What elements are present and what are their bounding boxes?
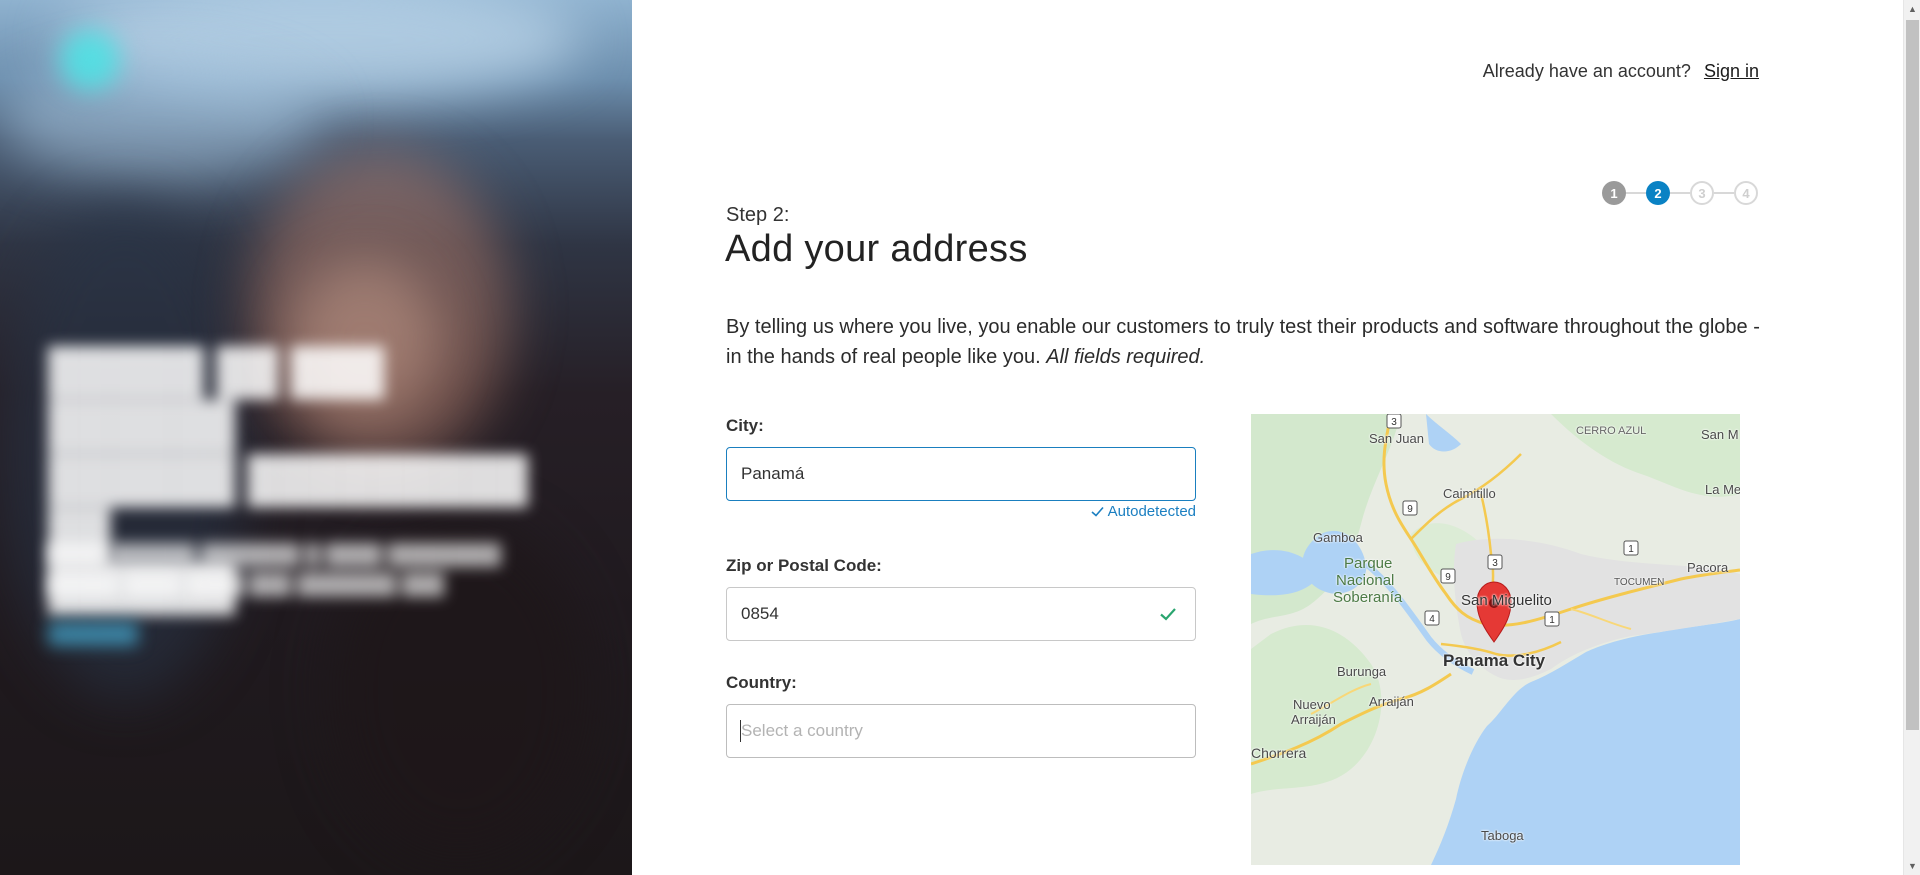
- hero-image-panel: █████ ██ ███ ██████ ██████ █████████ ██ ██…: [0, 0, 632, 875]
- map-label-nuevo-arraijan: Arraiján: [1291, 712, 1336, 727]
- map-label-soberania: Soberanía: [1333, 589, 1403, 606]
- intro-body: By telling us where you live, you enable…: [726, 316, 1760, 368]
- valid-check-icon: [1160, 608, 1176, 621]
- map-label-arraijan: Arraiján: [1369, 694, 1414, 709]
- step-4-indicator: 4: [1734, 181, 1758, 205]
- step-connector: [1670, 192, 1690, 194]
- autodetected-text: Autodetected: [1107, 503, 1196, 520]
- hero-text-blurred: ████ ██████ ███████ █ ████ ████████ █████…: [48, 544, 501, 596]
- intro-text: By telling us where you live, you enable…: [726, 312, 1762, 372]
- step-connector: [1714, 192, 1734, 194]
- map-label-nacional: Nacional: [1336, 572, 1395, 589]
- page-scrollbar[interactable]: ▲ ▼: [1903, 0, 1920, 875]
- intro-required-note: All fields required.: [1046, 346, 1206, 368]
- country-input[interactable]: [726, 704, 1196, 758]
- step-2-indicator: 2: [1646, 181, 1670, 205]
- svg-text:3: 3: [1391, 417, 1397, 428]
- svg-text:9: 9: [1407, 504, 1413, 515]
- map-label-taboga: Taboga: [1481, 828, 1524, 843]
- hero-link-blurred: [48, 622, 138, 646]
- zip-label: Zip or Postal Code:: [726, 556, 882, 575]
- location-map[interactable]: 3 9 9 3 4 1 1 San Juan CERRO AZUL San M …: [1251, 414, 1740, 865]
- map-canvas[interactable]: 3 9 9 3 4 1 1: [1251, 414, 1740, 865]
- page-title: Add your address: [725, 228, 1028, 270]
- svg-text:1: 1: [1628, 544, 1634, 555]
- step-1-indicator: 1: [1602, 181, 1626, 205]
- map-label-caimitillo: Caimitillo: [1443, 486, 1496, 501]
- scrollbar-thumb[interactable]: [1906, 20, 1919, 730]
- map-label-san-juan: San Juan: [1369, 431, 1424, 446]
- step-label: Step 2:: [726, 204, 790, 226]
- signin-prompt-text: Already have an account?: [1482, 61, 1691, 81]
- map-label-cerro-azul: CERRO AZUL: [1576, 425, 1647, 437]
- zip-input[interactable]: [726, 587, 1196, 641]
- map-label-san-miguelito: San Miguelito: [1461, 592, 1552, 609]
- svg-text:4: 4: [1429, 614, 1435, 625]
- map-label-tocumen: TOCUMEN: [1614, 577, 1665, 588]
- svg-text:1: 1: [1549, 615, 1555, 626]
- autodetected-hint: Autodetected: [1080, 503, 1196, 520]
- scroll-down-arrow-icon[interactable]: ▼: [1907, 859, 1918, 873]
- map-label-la-me: La Me: [1705, 482, 1740, 497]
- map-label-pacora: Pacora: [1687, 560, 1729, 575]
- svg-text:9: 9: [1445, 572, 1451, 583]
- text-cursor: [740, 720, 741, 742]
- map-label-chorrera: Chorrera: [1251, 745, 1307, 761]
- progress-stepper: 1 2 3 4: [1602, 181, 1758, 205]
- signin-prompt: Already have an account? Sign in: [1483, 61, 1759, 82]
- map-label-nuevo: Nuevo: [1293, 697, 1331, 712]
- scroll-up-arrow-icon[interactable]: ▲: [1907, 2, 1918, 16]
- svg-text:3: 3: [1492, 558, 1498, 569]
- city-label: City:: [726, 416, 764, 435]
- map-label-panama-city: Panama City: [1443, 651, 1546, 670]
- map-label-gamboa: Gamboa: [1313, 530, 1363, 545]
- logo-icon: [60, 30, 120, 90]
- step-connector: [1626, 192, 1646, 194]
- map-label-burunga: Burunga: [1337, 664, 1387, 679]
- country-label: Country:: [726, 673, 797, 692]
- city-input[interactable]: [726, 447, 1196, 501]
- map-label-san-m: San M: [1701, 427, 1739, 442]
- signin-link[interactable]: Sign in: [1704, 61, 1759, 81]
- step-3-indicator: 3: [1690, 181, 1714, 205]
- check-icon: [1091, 506, 1104, 517]
- map-label-parque: Parque: [1344, 555, 1393, 572]
